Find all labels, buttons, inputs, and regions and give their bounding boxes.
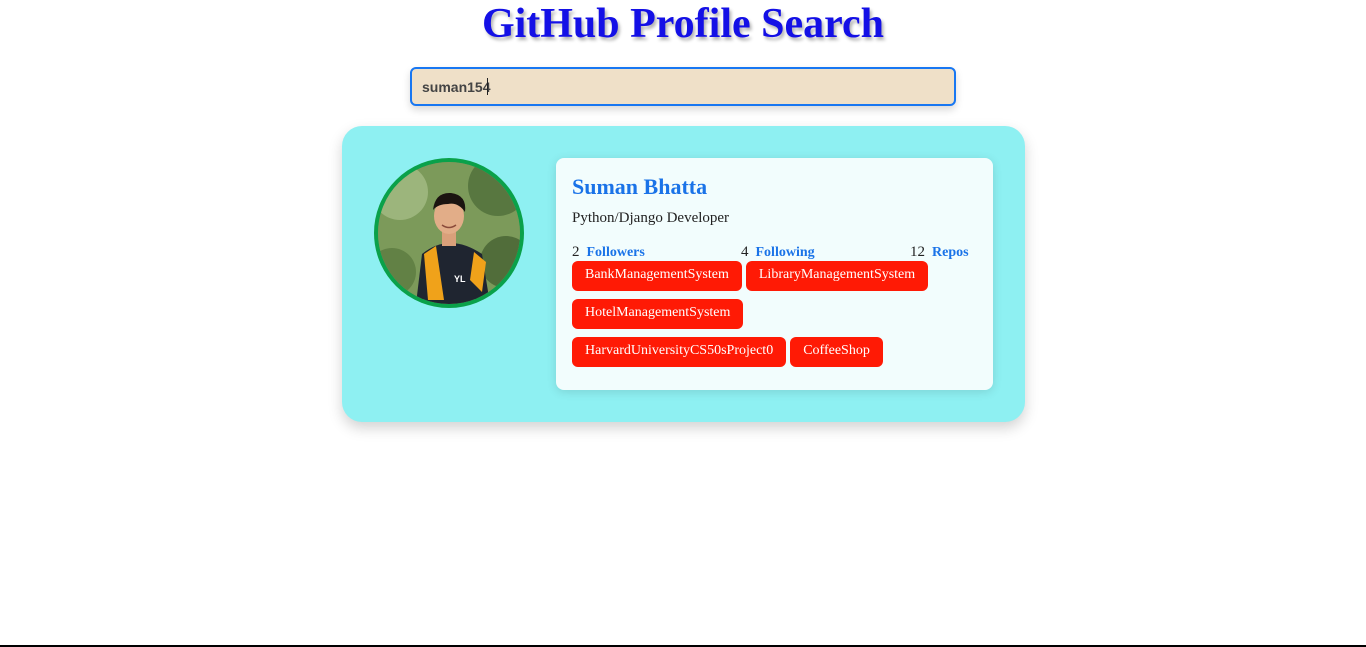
profile-info-panel: Suman Bhatta Python/Django Developer 2 Fo… <box>556 158 993 390</box>
svg-text:YL: YL <box>454 274 466 284</box>
search-input[interactable] <box>410 67 956 106</box>
followers-stat: 2 Followers <box>572 244 645 261</box>
page-title: GitHub Profile Search <box>481 1 885 47</box>
profile-card: YL Suman Bhatta Python/Django Developer … <box>342 126 1025 422</box>
followers-count: 2 <box>572 244 580 260</box>
avatar[interactable]: YL <box>374 158 524 308</box>
repos-count: 12 <box>910 244 925 260</box>
avatar-photo: YL <box>378 162 520 304</box>
text-caret <box>487 78 488 95</box>
repos-stat: 12 Repos <box>910 244 969 261</box>
repo-link[interactable]: HotelManagementSystem <box>572 299 744 329</box>
repo-link[interactable]: HarvardUniversityCS50sProject0 <box>572 337 787 367</box>
profile-name: Suman Bhatta <box>572 174 708 199</box>
followers-label: Followers <box>586 245 645 260</box>
repos-label: Repos <box>932 245 969 260</box>
profile-bio: Python/Django Developer <box>572 210 730 226</box>
repo-link[interactable]: LibraryManagementSystem <box>745 261 929 291</box>
following-count: 4 <box>741 244 749 260</box>
following-label: Following <box>755 245 815 260</box>
following-stat: 4 Following <box>741 244 815 261</box>
repo-link[interactable]: BankManagementSystem <box>572 261 742 291</box>
repo-list: BankManagementSystem LibraryManagementSys… <box>572 261 982 375</box>
repo-link[interactable]: CoffeeShop <box>790 337 883 367</box>
